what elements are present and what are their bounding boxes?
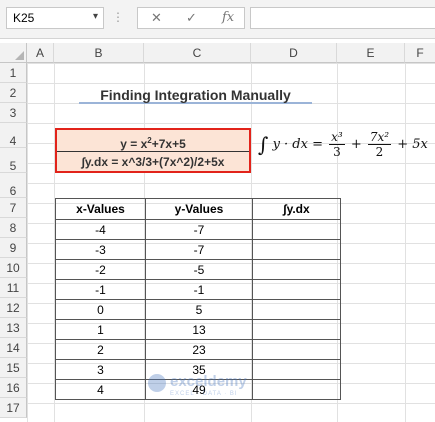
row-header-11[interactable]: 11 — [0, 278, 27, 298]
cell-x[interactable]: -4 — [55, 219, 146, 240]
integral-formula-image: ∫ y · dx = x³ 3 + 7x² 2 + 5x — [258, 130, 428, 159]
cell-x[interactable]: 2 — [55, 339, 146, 360]
more-options-icon[interactable]: ⋮ — [112, 10, 124, 24]
column-header-b[interactable]: B — [54, 43, 144, 63]
table-row: -2 -5 — [55, 259, 341, 280]
equation-box[interactable]: y = x2+7x+5 ∫y.dx = x^3/3+(7x^2)/2+5x — [55, 128, 251, 173]
cell-x[interactable]: -3 — [55, 239, 146, 260]
cancel-icon[interactable]: ✕ — [151, 10, 162, 26]
cell-integral[interactable] — [252, 339, 341, 360]
header-integral[interactable]: ∫y.dx — [252, 198, 341, 220]
column-header-f[interactable]: F — [405, 43, 435, 63]
equation-line-1: y = x2+7x+5 — [57, 131, 249, 152]
select-all-corner[interactable] — [0, 43, 27, 63]
table-row: 2 23 — [55, 339, 341, 360]
table-row: -3 -7 — [55, 239, 341, 260]
row-header-14[interactable]: 14 — [0, 338, 27, 358]
table-row: 05 — [55, 299, 341, 320]
row-header-6[interactable]: 6 — [0, 173, 27, 198]
table-row: -4 -7 — [55, 219, 341, 240]
column-header-c[interactable]: C — [144, 43, 251, 63]
row-header-13[interactable]: 13 — [0, 318, 27, 338]
table-row: -1 -1 — [55, 279, 341, 300]
row-header-4[interactable]: 4 — [0, 123, 27, 148]
equation-line-2: ∫y.dx = x^3/3+(7x^2)/2+5x — [81, 155, 225, 169]
header-x-values[interactable]: x-Values — [55, 198, 146, 220]
row-header-8[interactable]: 8 — [0, 218, 27, 238]
cell-integral[interactable] — [252, 259, 341, 280]
cell-x[interactable]: -1 — [55, 279, 146, 300]
cell-integral[interactable] — [252, 359, 341, 380]
row-header-10[interactable]: 10 — [0, 258, 27, 278]
cell-integral[interactable] — [252, 299, 341, 320]
cell-y[interactable]: -7 — [145, 219, 253, 240]
cell-y[interactable]: -7 — [145, 239, 253, 260]
row-header-17[interactable]: 17 — [0, 398, 27, 418]
chevron-down-icon[interactable]: ▾ — [93, 11, 98, 22]
formula-input[interactable] — [250, 7, 435, 29]
data-table: x-Values y-Values ∫y.dx -4 -7 -3 -7 -2 -5 -… — [55, 198, 341, 400]
row-header-5[interactable]: 5 — [0, 148, 27, 173]
cell-y[interactable]: -1 — [145, 279, 253, 300]
column-header-e[interactable]: E — [337, 43, 405, 63]
cell-integral[interactable] — [252, 279, 341, 300]
row-header-9[interactable]: 9 — [0, 238, 27, 258]
column-header-d[interactable]: D — [251, 43, 337, 63]
row-header-16[interactable]: 16 — [0, 378, 27, 398]
name-box[interactable]: K25 ▾ — [6, 7, 104, 29]
formula-toolbar: K25 ▾ ⋮ ✕ ✓ fx — [0, 0, 435, 39]
cell-x[interactable]: 0 — [55, 299, 146, 320]
cell-x[interactable]: 3 — [55, 359, 146, 380]
watermark-name: exceldemy — [170, 373, 247, 390]
formula-buttons: ✕ ✓ fx — [137, 7, 245, 29]
table-header-row: x-Values y-Values ∫y.dx — [55, 198, 341, 220]
watermark-tagline: EXCEL · DATA · BI — [170, 391, 238, 397]
cell-x[interactable]: 4 — [55, 379, 146, 400]
name-box-value: K25 — [13, 11, 35, 25]
row-header-7[interactable]: 7 — [0, 198, 27, 218]
cell-integral[interactable] — [252, 379, 341, 400]
cell-integral[interactable] — [252, 239, 341, 260]
row-header-1[interactable]: 1 — [0, 63, 27, 83]
row-header-15[interactable]: 15 — [0, 358, 27, 378]
header-y-values[interactable]: y-Values — [145, 198, 253, 220]
cell-integral[interactable] — [252, 319, 341, 340]
row-header-2[interactable]: 2 — [0, 83, 27, 103]
cell-y[interactable]: -5 — [145, 259, 253, 280]
cell-x[interactable]: 1 — [55, 319, 146, 340]
cell-y[interactable]: 13 — [145, 319, 253, 340]
cell-y[interactable]: 5 — [145, 299, 253, 320]
sheet-title[interactable]: Finding Integration Manually — [79, 84, 312, 104]
row-header-3[interactable]: 3 — [0, 103, 27, 123]
cell-integral[interactable] — [252, 219, 341, 240]
function-icon[interactable]: fx — [222, 10, 234, 25]
confirm-icon[interactable]: ✓ — [186, 10, 197, 26]
row-header-12[interactable]: 12 — [0, 298, 27, 318]
table-row: 1 13 — [55, 319, 341, 340]
column-header-a[interactable]: A — [27, 43, 54, 63]
cell-x[interactable]: -2 — [55, 259, 146, 280]
cell-y[interactable]: 23 — [145, 339, 253, 360]
logo-icon — [148, 374, 166, 392]
